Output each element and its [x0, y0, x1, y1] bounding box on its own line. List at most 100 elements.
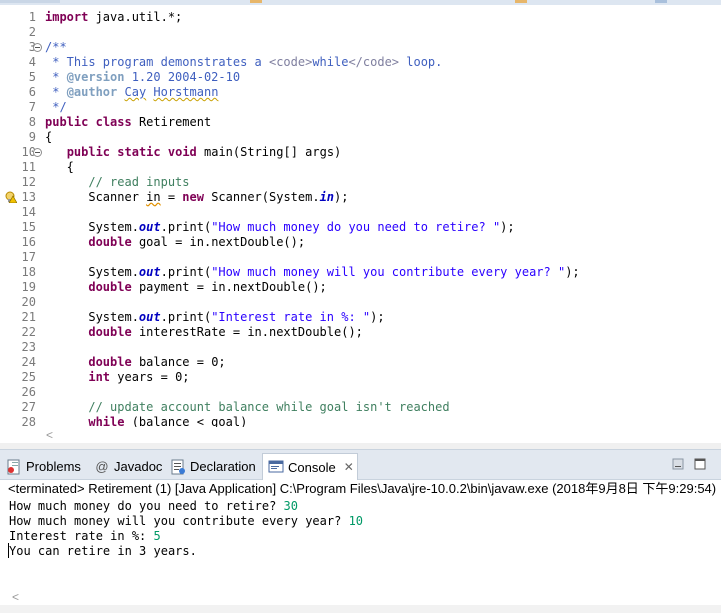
code-text: payment = in.nextDouble(); [131, 280, 327, 294]
line-number: 20 [21, 295, 36, 309]
code-line: import java.util.*; [45, 10, 182, 25]
editor-tab-strip [0, 0, 721, 5]
code-text: .print( [160, 220, 212, 234]
javadoc-text: * [45, 85, 67, 99]
console-output-line: How much money will you contribute every… [9, 514, 363, 529]
code-text: balance = 0; [131, 355, 226, 369]
keyword: double [88, 325, 132, 339]
code-line: System.out.print("Interest rate in %: ")… [45, 310, 384, 325]
scroll-left-icon[interactable]: < [46, 428, 53, 442]
editor-horizontal-scrollbar[interactable]: < [42, 427, 721, 443]
code-editor[interactable]: 1 2 3 4 5 6 7 8 9 10 11 12 13 14 15 16 1… [0, 0, 721, 445]
code-line: // update account balance while goal isn… [45, 400, 450, 414]
static-field: out [138, 220, 161, 234]
code-text: java.util.*; [88, 10, 183, 24]
keyword: import [45, 10, 89, 24]
close-icon[interactable]: ✕ [344, 460, 354, 474]
line-number: 6 [28, 85, 36, 99]
static-field: in [319, 190, 335, 204]
line-number: 9 [28, 130, 36, 144]
spelling-warning-word[interactable]: Cay [125, 85, 147, 99]
code-text: = [160, 190, 183, 204]
console-prompt: Interest rate in %: [9, 529, 154, 543]
console-output-line: How much money do you need to retire? 30 [9, 499, 298, 514]
tab-label: Declaration [190, 459, 256, 474]
code-text: years = 0; [110, 370, 190, 384]
code-text: .print( [160, 310, 212, 324]
declaration-icon [171, 459, 185, 474]
warning-lightbulb-icon[interactable] [5, 191, 17, 203]
code-line: public static void main(String[] args) [45, 145, 342, 160]
warning-identifier[interactable]: in [146, 190, 160, 204]
line-number: 24 [21, 355, 36, 369]
code-line: */ [45, 100, 67, 114]
line-number: 28 [21, 415, 36, 429]
string-literal: "Interest rate in %: " [211, 310, 371, 324]
keyword: new [182, 190, 204, 204]
code-line: /** [45, 40, 67, 54]
line-number: 3 [0, 40, 36, 55]
console-output-line: You can retire in 3 years. [9, 544, 197, 559]
tab-console[interactable]: Console ✕ [262, 453, 358, 480]
javadoc-text: 1.20 2004-02-10 [124, 70, 241, 84]
tab-javadoc[interactable]: @ Javadoc [94, 453, 162, 480]
static-field: out [138, 310, 161, 324]
console-prompt: You can retire in 3 years. [9, 544, 197, 558]
javadoc-text: * [45, 70, 67, 84]
keyword: double [88, 235, 132, 249]
text-caret [8, 543, 9, 558]
code-line: System.out.print("How much money do you … [45, 220, 514, 235]
code-line: double payment = in.nextDouble(); [45, 280, 327, 295]
code-line: double balance = 0; [45, 355, 226, 370]
code-text: System. [45, 220, 139, 234]
code-text: .print( [160, 265, 212, 279]
tab-label: Problems [26, 459, 81, 474]
tab-declaration[interactable]: Declaration [170, 453, 256, 480]
code-line: { [45, 160, 74, 174]
spelling-warning-word[interactable]: Horstmann [153, 85, 218, 99]
scroll-left-icon[interactable]: < [12, 590, 19, 604]
javadoc-text: * This program demonstrates a [45, 55, 269, 69]
code-line: Scanner in = new Scanner(System.in); [45, 190, 348, 205]
console-user-input: 10 [348, 514, 364, 528]
code-text: ); [565, 265, 580, 279]
console-icon [268, 460, 284, 473]
fold-collapse-icon[interactable] [33, 43, 42, 52]
console-prompt: How much money will you contribute every… [9, 514, 349, 528]
maximize-icon[interactable] [694, 458, 706, 470]
code-line: public class Retirement [45, 115, 211, 130]
minimize-icon[interactable] [672, 458, 684, 470]
line-number: 12 [21, 175, 36, 189]
editor-tab-fragment[interactable] [0, 0, 60, 3]
line-number: 27 [21, 400, 36, 414]
code-text: System. [45, 310, 139, 324]
line-number: 5 [28, 70, 36, 84]
keyword: int [88, 370, 111, 384]
line-number: 8 [28, 115, 36, 129]
code-line: // read inputs [45, 175, 190, 189]
line-number: 21 [21, 310, 36, 324]
line-number: 2 [28, 25, 36, 39]
tab-problems[interactable]: Problems [6, 453, 81, 480]
console-status-label: <terminated> Retirement (1) [Java Applic… [8, 481, 717, 496]
code-text: ); [334, 190, 349, 204]
console-horizontal-scrollbar[interactable]: < [0, 589, 721, 605]
code-text: interestRate = in.nextDouble(); [131, 325, 363, 339]
line-number: 25 [21, 370, 36, 384]
javadoc-text [117, 85, 124, 99]
code-line: double interestRate = in.nextDouble(); [45, 325, 363, 340]
javadoc-text: loop. [399, 55, 443, 69]
static-field: out [138, 265, 161, 279]
code-line: double goal = in.nextDouble(); [45, 235, 305, 250]
editor-tab-icon-fragment [250, 0, 262, 3]
line-number: 23 [21, 340, 36, 354]
code-text: Scanner [45, 190, 147, 204]
keyword: static [117, 145, 161, 159]
fold-collapse-icon[interactable] [33, 148, 42, 157]
